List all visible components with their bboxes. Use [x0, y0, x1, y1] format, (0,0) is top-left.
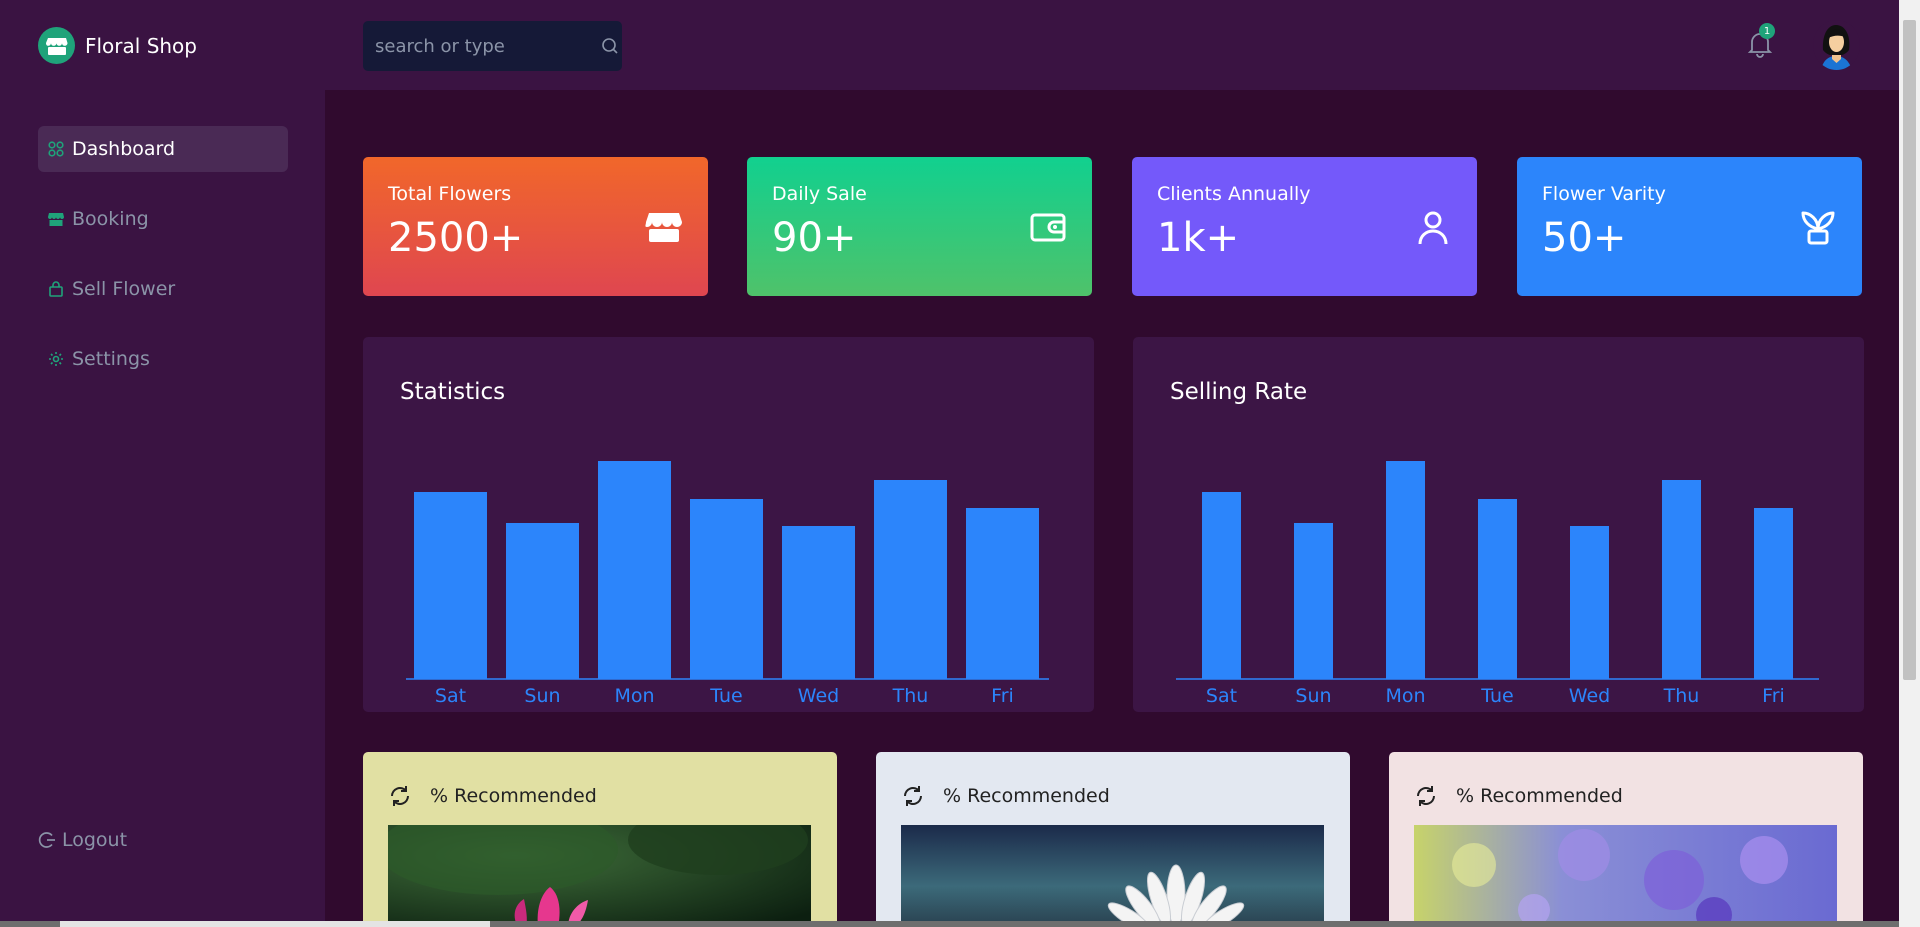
selling-rate-chart-panel: Selling Rate Sat Sun Mon Tue Wed Thu Fri [1133, 337, 1864, 712]
sidebar-item-label: Sell Flower [72, 278, 176, 300]
x-tick-label: Sat [435, 685, 466, 707]
stat-card-clients-annually[interactable]: Clients Annually 1k+ [1132, 157, 1477, 296]
recommended-label: % Recommended [1456, 785, 1623, 807]
x-tick-label: Fri [1762, 685, 1785, 707]
stat-card-total-flowers[interactable]: Total Flowers 2500+ [363, 157, 708, 296]
selling-rate-bar-chart: Sat Sun Mon Tue Wed Thu Fri [1176, 461, 1819, 707]
x-tick-label: Mon [614, 685, 654, 707]
bar-sat[interactable] [414, 492, 487, 679]
stat-value: 1k+ [1157, 215, 1240, 261]
stat-value: 2500+ [388, 215, 524, 261]
logout-button[interactable]: Logout [38, 829, 127, 851]
top-header: 1 [325, 0, 1899, 90]
x-tick-label: Fri [991, 685, 1014, 707]
recommended-label: % Recommended [943, 785, 1110, 807]
bar-tue[interactable] [690, 499, 763, 679]
search-icon[interactable] [600, 36, 620, 56]
avatar[interactable] [1813, 20, 1860, 70]
sidebar-item-settings[interactable]: Settings [38, 336, 288, 382]
pink-lotus-flower-image [388, 825, 811, 927]
logout-icon [38, 831, 56, 849]
x-tick-label: Wed [798, 685, 839, 707]
x-tick-label: Mon [1385, 685, 1425, 707]
sidebar-item-sell-flower[interactable]: Sell Flower [38, 266, 288, 312]
store-icon [645, 212, 682, 242]
brand-name: Floral Shop [85, 33, 197, 58]
search-box [363, 21, 622, 71]
sidebar-nav: Dashboard Booking Sell Flower Settings [38, 126, 288, 406]
x-tick-label: Thu [1663, 685, 1700, 707]
scrollbar-thumb[interactable] [1903, 20, 1916, 680]
recommended-header: % Recommended [1414, 784, 1623, 808]
x-tick-label: Sun [1295, 685, 1331, 707]
bar-mon[interactable] [1386, 461, 1425, 679]
sidebar-item-label: Dashboard [72, 138, 176, 160]
vertical-scrollbar[interactable] [1899, 0, 1920, 927]
sidebar-item-booking[interactable]: Booking [38, 196, 288, 242]
refresh-icon[interactable] [1414, 784, 1438, 808]
stat-title: Total Flowers [388, 183, 512, 205]
bar-sun[interactable] [1294, 523, 1333, 679]
sidebar: Floral Shop Dashboard Booking Sell Flowe… [0, 0, 325, 927]
bar-sun[interactable] [506, 523, 579, 679]
bar-thu[interactable] [1662, 480, 1701, 679]
user-icon [1418, 211, 1448, 244]
recommended-header: % Recommended [901, 784, 1110, 808]
store-icon [48, 211, 64, 227]
sidebar-item-dashboard[interactable]: Dashboard [38, 126, 288, 172]
x-tick-label: Wed [1569, 685, 1610, 707]
recommended-label: % Recommended [430, 785, 597, 807]
bar-sat[interactable] [1202, 492, 1241, 679]
sidebar-item-label: Booking [72, 208, 149, 230]
store-icon [38, 27, 75, 64]
recommended-header: % Recommended [388, 784, 597, 808]
recommended-card[interactable]: % Recommended [876, 752, 1350, 927]
lock-bag-icon [48, 281, 64, 297]
stat-title: Daily Sale [772, 183, 867, 205]
purple-lavender-flowers-image [1414, 825, 1837, 927]
search-input[interactable] [375, 35, 600, 57]
stat-value: 90+ [772, 215, 857, 261]
bar-thu[interactable] [874, 480, 947, 679]
plant-icon [1801, 211, 1835, 244]
wallet-icon [1030, 213, 1066, 241]
bar-fri[interactable] [1754, 508, 1793, 679]
logout-label: Logout [62, 829, 128, 851]
x-tick-label: Thu [892, 685, 929, 707]
stat-value: 50+ [1542, 215, 1627, 261]
x-tick-label: Tue [1480, 685, 1513, 707]
stat-card-flower-varity[interactable]: Flower Varity 50+ [1517, 157, 1862, 296]
brand[interactable]: Floral Shop [38, 27, 197, 64]
recommended-card[interactable]: % Recommended [363, 752, 837, 927]
x-tick-label: Sat [1206, 685, 1237, 707]
statistics-chart-panel: Statistics Sat Sun Mon Tue Wed Thu Fri [363, 337, 1094, 712]
bar-fri[interactable] [966, 508, 1039, 679]
grid-icon [48, 141, 64, 157]
notification-badge: 1 [1759, 23, 1775, 39]
gear-icon [48, 351, 64, 367]
bar-wed[interactable] [1570, 526, 1609, 679]
statistics-bar-chart: Sat Sun Mon Tue Wed Thu Fri [406, 461, 1049, 707]
x-tick-label: Sun [524, 685, 560, 707]
bar-wed[interactable] [782, 526, 855, 679]
refresh-icon[interactable] [901, 784, 925, 808]
bar-mon[interactable] [598, 461, 671, 679]
white-daisy-flower-image [901, 825, 1324, 927]
stat-card-daily-sale[interactable]: Daily Sale 90+ [747, 157, 1092, 296]
bar-tue[interactable] [1478, 499, 1517, 679]
refresh-icon[interactable] [388, 784, 412, 808]
stat-title: Flower Varity [1542, 183, 1666, 205]
horizontal-scrollbar-thumb[interactable] [60, 921, 490, 927]
x-tick-label: Tue [709, 685, 742, 707]
recommended-card[interactable]: % Recommended [1389, 752, 1863, 927]
stat-title: Clients Annually [1157, 183, 1311, 205]
sidebar-item-label: Settings [72, 348, 150, 370]
